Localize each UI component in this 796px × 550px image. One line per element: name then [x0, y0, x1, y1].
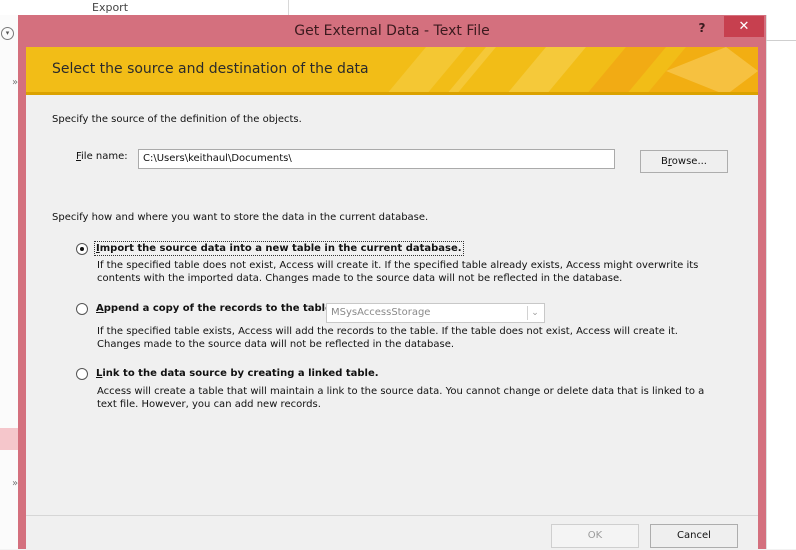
file-name-input[interactable]: C:\Users\keithaul\Documents\	[138, 149, 615, 169]
import-radio[interactable]	[76, 243, 88, 255]
append-description-line1: If the specified table exists, Access wi…	[97, 326, 678, 337]
ribbon-group-export-label: Export	[92, 1, 129, 14]
dialog-title: Get External Data - Text File	[294, 23, 490, 39]
browse-button[interactable]: Browse...	[640, 150, 728, 173]
link-radio[interactable]	[76, 368, 88, 380]
store-intro-text: Specify how and where you want to store …	[52, 212, 429, 223]
background-right-pane	[766, 15, 796, 549]
link-label-text: ink to the data source by creating a lin…	[102, 368, 379, 379]
file-name-label: File name:	[76, 151, 128, 162]
close-button[interactable]: ✕	[724, 16, 764, 37]
cancel-button[interactable]: Cancel	[650, 524, 738, 548]
append-description-line2: Changes made to the source data will not…	[97, 339, 455, 350]
background-navigation-pane	[0, 15, 18, 549]
link-description-line1: Access will create a table that will mai…	[97, 386, 705, 397]
background-right-divider	[766, 40, 796, 41]
selected-nav-item	[0, 428, 18, 450]
import-description-line2: contents with the imported data. Changes…	[97, 273, 623, 284]
browse-label-end: owse...	[671, 156, 707, 167]
source-intro-text: Specify the source of the definition of …	[52, 114, 302, 125]
link-option-label[interactable]: Link to the data source by creating a li…	[96, 368, 379, 379]
file-name-label-text: ile name:	[81, 151, 128, 162]
ribbon-separator	[288, 0, 289, 15]
import-option-label[interactable]: Import the source data into a new table …	[94, 241, 464, 256]
append-option-label[interactable]: Append a copy of the records to the tabl…	[96, 303, 336, 314]
radio-selected-dot	[80, 247, 84, 251]
get-external-data-dialog: Get External Data - Text File ? ✕ Select…	[18, 15, 766, 550]
append-table-value: MSysAccessStorage	[331, 307, 431, 318]
banner-heading: Select the source and destination of the…	[52, 61, 369, 77]
chevron-down-icon: ⌄	[527, 306, 542, 320]
browse-label-start: B	[661, 156, 668, 167]
import-label-text: mport the source data into a new table i…	[99, 243, 462, 254]
append-access-key: A	[96, 303, 104, 314]
link-description-line2: text file. However, you can add new reco…	[97, 399, 321, 410]
dialog-body: Select the source and destination of the…	[26, 47, 758, 550]
help-button[interactable]: ?	[690, 17, 714, 39]
dialog-footer: OK Cancel	[26, 515, 758, 550]
append-radio[interactable]	[76, 303, 88, 315]
append-table-dropdown[interactable]: MSysAccessStorage ⌄	[326, 303, 545, 323]
ok-button[interactable]: OK	[551, 524, 639, 548]
collapse-circle-icon[interactable]: ▾	[1, 27, 14, 40]
dialog-banner: Select the source and destination of the…	[26, 47, 758, 95]
append-label-text: ppend a copy of the records to the table…	[103, 303, 336, 314]
import-description-line1: If the specified table does not exist, A…	[97, 260, 699, 271]
dialog-content: Specify the source of the definition of …	[26, 95, 758, 515]
